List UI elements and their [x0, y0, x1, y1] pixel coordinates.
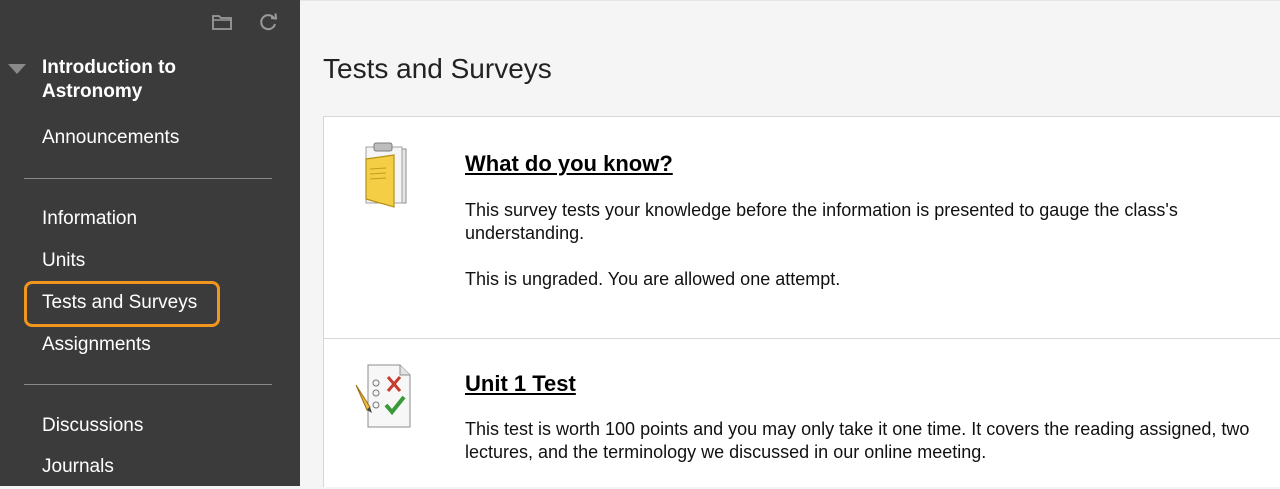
course-title[interactable]: Introduction to Astronomy [42, 56, 262, 104]
sidebar-item-tests-and-surveys[interactable]: Tests and Surveys [42, 291, 197, 315]
sidebar-item-announcements[interactable]: Announcements [42, 126, 179, 150]
page-title: Tests and Surveys [323, 53, 552, 84]
refresh-icon[interactable] [256, 10, 280, 34]
item-note: This is ungraded. You are allowed one at… [465, 269, 841, 289]
course-menu-sidebar: Introduction to Astronomy Announcements … [0, 0, 300, 486]
survey-clipboard-icon [354, 139, 416, 209]
sidebar-divider [24, 384, 272, 385]
survey-title-link[interactable]: What do you know? [465, 151, 673, 177]
item-description: This test is worth 100 points and you ma… [465, 419, 1250, 462]
item-description: This survey tests your knowledge before … [465, 200, 1178, 243]
sidebar-item-discussions[interactable]: Discussions [42, 414, 143, 438]
list-item: What do you know? This survey tests your… [324, 117, 1280, 339]
sidebar-item-units[interactable]: Units [42, 249, 85, 273]
content-list: What do you know? This survey tests your… [323, 116, 1280, 487]
collapse-caret-icon[interactable] [8, 64, 26, 74]
main-content: Tests and Surveys What do you know? This… [300, 0, 1280, 487]
sidebar-item-assignments[interactable]: Assignments [42, 333, 151, 357]
test-checklist-icon [354, 363, 416, 433]
sidebar-divider [24, 178, 272, 179]
sidebar-item-journals[interactable]: Journals [42, 455, 114, 479]
list-item: Unit 1 Test This test is worth 100 point… [324, 339, 1280, 489]
sidebar-item-information[interactable]: Information [42, 207, 137, 231]
test-title-link[interactable]: Unit 1 Test [465, 371, 576, 397]
folder-icon[interactable] [210, 10, 234, 34]
